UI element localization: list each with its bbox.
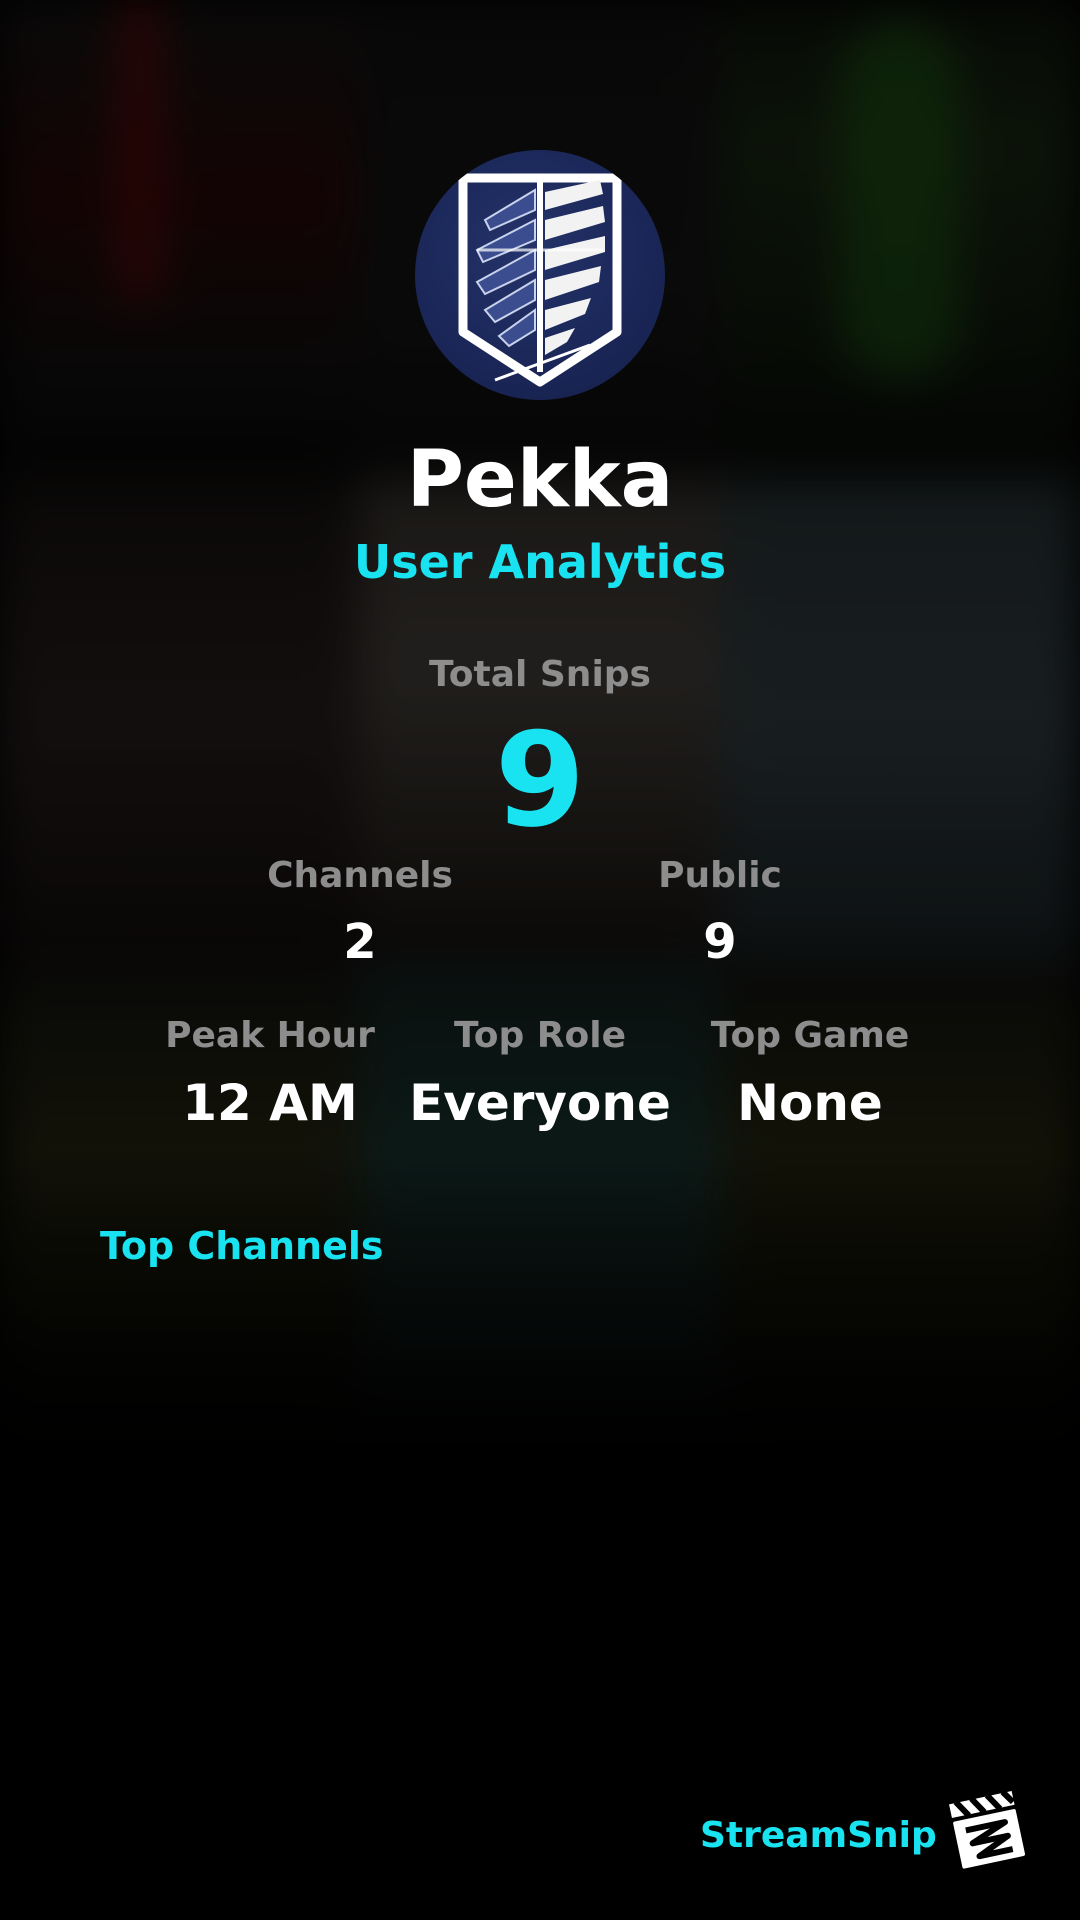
top-channels-heading: Top Channels [100, 1224, 384, 1268]
public-label: Public [658, 855, 782, 896]
public-value: 9 [703, 914, 737, 970]
top-role-value: Everyone [409, 1074, 671, 1132]
card-content: Pekka User Analytics Total Snips 9 Chann… [0, 0, 1080, 1920]
clapperboard-icon [946, 1788, 1027, 1871]
page-subtitle: User Analytics [353, 535, 727, 589]
analytics-card: Pekka User Analytics Total Snips 9 Chann… [0, 0, 1080, 1920]
peak-hour-label: Peak Hour [165, 1015, 375, 1056]
peak-hour-value: 12 AM [182, 1074, 358, 1132]
top-game-label: Top Game [710, 1015, 910, 1056]
total-snips-label: Total Snips [429, 654, 651, 695]
user-name: Pekka [406, 435, 674, 525]
channels-value: 2 [343, 914, 377, 970]
top-game-value: None [737, 1074, 883, 1132]
brand-name: StreamSnip [700, 1815, 937, 1856]
wings-of-freedom-emblem-icon [458, 173, 622, 387]
total-snips-value: 9 [494, 704, 586, 856]
avatar [415, 150, 665, 400]
channels-label: Channels [267, 855, 453, 896]
top-role-label: Top Role [453, 1015, 627, 1056]
